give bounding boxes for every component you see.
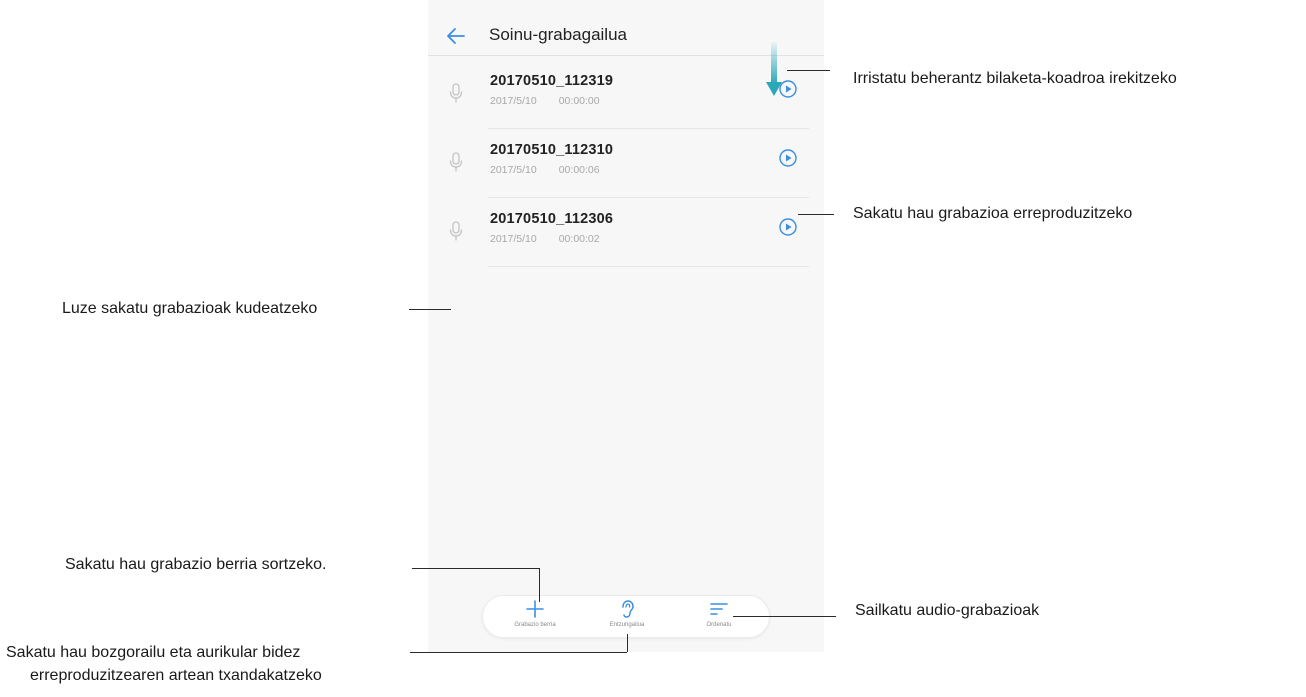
recording-meta: 2017/5/10 00:00:02 xyxy=(490,233,600,245)
callout-leader xyxy=(787,70,830,71)
divider xyxy=(488,266,809,267)
play-circle-icon xyxy=(779,80,797,98)
microphone-icon xyxy=(449,83,463,103)
callout-earpiece-line1: Sakatu hau bozgorailu eta aurikular bide… xyxy=(6,644,301,661)
callout-leader xyxy=(627,634,628,652)
callout-leader xyxy=(798,214,834,215)
recording-duration: 00:00:00 xyxy=(558,95,600,107)
sort-label: Ordenatu xyxy=(706,622,732,628)
recording-duration: 00:00:02 xyxy=(558,233,600,245)
list-item[interactable]: 20170510_112310 2017/5/10 00:00:06 xyxy=(428,129,824,198)
phone-screen: Soinu-grabagailua 20170510_112319 2017/5… xyxy=(428,0,824,652)
recording-name: 20170510_112310 xyxy=(490,142,614,158)
back-button[interactable] xyxy=(444,24,468,48)
recording-date: 2017/5/10 xyxy=(490,95,537,107)
play-circle-icon xyxy=(779,218,797,236)
callout-leader xyxy=(409,309,451,310)
ear-icon xyxy=(622,600,634,618)
callout-leader xyxy=(410,652,627,653)
plus-icon xyxy=(526,600,544,618)
microphone-icon xyxy=(449,152,463,172)
earpiece-toggle-button[interactable]: Entzungailua xyxy=(579,596,675,639)
recording-duration: 00:00:06 xyxy=(558,164,600,176)
callout-play: Sakatu hau grabazioa erreproduzitzeko xyxy=(853,205,1133,222)
recording-meta: 2017/5/10 00:00:00 xyxy=(490,95,600,107)
sort-button[interactable]: Ordenatu xyxy=(671,596,767,639)
play-button[interactable] xyxy=(778,217,798,237)
callout-sort: Sailkatu audio-grabazioak xyxy=(855,602,1040,619)
recording-name: 20170510_112319 xyxy=(490,73,614,89)
recording-name: 20170510_112306 xyxy=(490,211,614,227)
list-item[interactable]: 20170510_112306 2017/5/10 00:00:02 xyxy=(428,198,824,267)
callout-long-press: Luze sakatu grabazioak kudeatzeko xyxy=(62,300,318,317)
arrow-left-icon xyxy=(447,28,465,44)
callout-leader xyxy=(539,568,540,602)
callout-earpiece-line2: erreproduzitzearen artean txandakatzeko xyxy=(30,667,322,684)
play-circle-icon xyxy=(779,149,797,167)
bottom-toolbar: Grabazio berria Entzungailua Ordenatu xyxy=(482,595,770,638)
recording-date: 2017/5/10 xyxy=(490,233,537,245)
play-button[interactable] xyxy=(778,79,798,99)
recording-date: 2017/5/10 xyxy=(490,164,537,176)
recording-list: 20170510_112319 2017/5/10 00:00:00 201705… xyxy=(428,60,824,267)
list-item[interactable]: 20170510_112319 2017/5/10 00:00:00 xyxy=(428,60,824,129)
new-recording-button[interactable]: Grabazio berria xyxy=(487,596,583,639)
callout-new: Sakatu hau grabazio berria sortzeko. xyxy=(65,556,327,573)
microphone-icon xyxy=(449,221,463,241)
recording-meta: 2017/5/10 00:00:06 xyxy=(490,164,600,176)
play-button[interactable] xyxy=(778,148,798,168)
earpiece-label: Entzungailua xyxy=(609,622,645,628)
page-title: Soinu-grabagailua xyxy=(489,25,627,44)
callout-leader xyxy=(412,568,539,569)
app-bar: Soinu-grabagailua xyxy=(428,16,824,56)
sort-lines-icon xyxy=(710,603,728,615)
new-recording-label: Grabazio berria xyxy=(514,622,556,628)
callout-leader xyxy=(733,616,836,617)
callout-swipe: Irristatu beherantz bilaketa-koadroa ire… xyxy=(853,70,1177,87)
